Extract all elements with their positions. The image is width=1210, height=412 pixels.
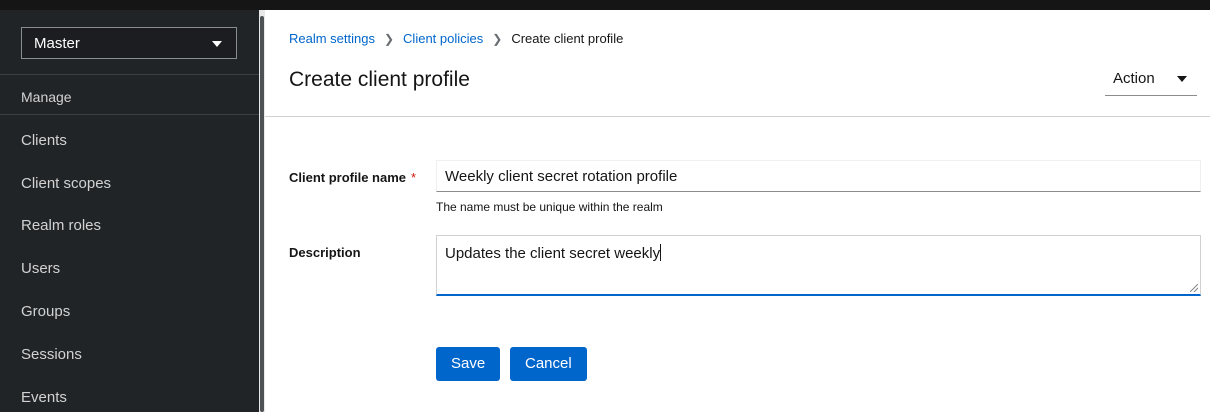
client-profile-name-label: Client profile name * <box>289 170 416 185</box>
client-profile-name-label-text: Client profile name <box>289 170 407 185</box>
client-profile-name-input[interactable]: Weekly client secret rotation profile <box>436 160 1201 192</box>
description-textarea[interactable]: Updates the client secret weekly <box>436 235 1201 296</box>
description-label: Description <box>289 245 361 260</box>
breadcrumb-current: Create client profile <box>511 31 624 46</box>
text-cursor <box>660 244 662 261</box>
chevron-right-icon: ❯ <box>492 32 503 46</box>
description-value: Updates the client secret weekly <box>445 245 661 262</box>
caret-down-icon <box>1177 76 1187 82</box>
sidebar-item-realm-roles[interactable]: Realm roles <box>21 217 101 234</box>
sidebar-item-groups[interactable]: Groups <box>21 303 70 320</box>
sidebar-item-events[interactable]: Events <box>21 389 67 406</box>
sidebar-divider <box>0 74 259 75</box>
breadcrumb: Realm settings ❯ Client policies ❯ Create cl… <box>289 31 623 46</box>
sidebar-item-sessions[interactable]: Sessions <box>21 346 82 363</box>
realm-select[interactable]: Master <box>21 27 237 59</box>
save-button[interactable]: Save <box>436 347 501 381</box>
sidebar-item-clients[interactable]: Clients <box>21 132 67 149</box>
breadcrumb-client-policies[interactable]: Client policies <box>403 31 483 46</box>
chevron-right-icon: ❯ <box>383 32 395 46</box>
scrollbar-thumb[interactable] <box>260 16 264 412</box>
caret-down-icon <box>212 41 222 47</box>
sidebar-item-users[interactable]: Users <box>21 260 60 277</box>
sidebar-item-client-scopes[interactable]: Client scopes <box>21 175 111 192</box>
action-dropdown-label: Action <box>1113 70 1155 87</box>
resize-handle-icon[interactable] <box>1190 284 1198 292</box>
required-indicator: * <box>411 170 417 185</box>
header-divider <box>265 116 1210 117</box>
client-profile-name-value: Weekly client secret rotation profile <box>445 168 678 185</box>
action-dropdown[interactable]: Action <box>1105 62 1197 96</box>
sidebar-divider <box>0 114 259 115</box>
cancel-button[interactable]: Cancel <box>510 347 587 381</box>
page-title: Create client profile <box>289 68 470 91</box>
sidebar-section-heading: Manage <box>21 89 72 105</box>
top-bar <box>0 0 1210 10</box>
breadcrumb-realm-settings[interactable]: Realm settings <box>289 31 375 46</box>
main-content: Realm settings ❯ Client policies ❯ Create cl… <box>265 10 1210 412</box>
realm-select-label: Master <box>34 35 80 52</box>
sidebar: Master Manage Clients Client scopes Real… <box>0 10 259 412</box>
client-profile-name-helper: The name must be unique within the realm <box>436 200 663 214</box>
